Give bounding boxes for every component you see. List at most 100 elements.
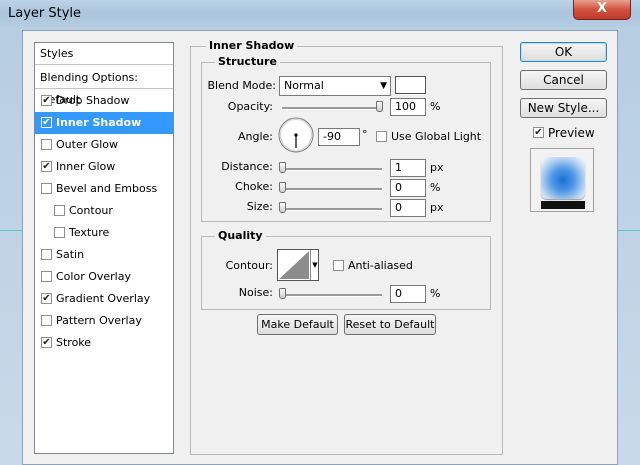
make-default-button[interactable]: Make Default [257, 314, 338, 335]
style-item[interactable]: ✔ Stroke [35, 332, 173, 354]
choke-slider-thumb[interactable] [279, 182, 286, 193]
background-guide-left [0, 230, 22, 231]
blending-options-item[interactable]: Blending Options: Default [35, 67, 173, 106]
contour-picker[interactable]: ▼ [277, 249, 319, 281]
use-global-light-label: Use Global Light [391, 130, 482, 143]
styles-list: Styles Blending Options: Default ✔ Drop S… [34, 42, 174, 454]
angle-unit: ° [362, 128, 368, 141]
checkbox-checked-icon[interactable]: ✔ [41, 94, 52, 106]
checkbox-checked-icon[interactable]: ✔ [41, 292, 52, 304]
anti-aliased-box [333, 259, 344, 271]
structure-title: Structure [215, 55, 280, 68]
cancel-button[interactable]: Cancel [520, 70, 607, 90]
style-preview-thumbnail [530, 148, 594, 212]
checkbox-checked-icon[interactable]: ✔ [41, 160, 52, 172]
noise-slider-thumb[interactable] [279, 288, 286, 299]
use-global-light-box [376, 130, 387, 142]
window-frame-right [618, 30, 640, 465]
style-item[interactable]: Contour [35, 200, 173, 222]
checkbox-empty-icon[interactable] [41, 138, 52, 150]
checkbox-empty-icon[interactable] [41, 248, 52, 260]
style-item-label: Contour [69, 204, 113, 217]
distance-label: Distance: [221, 160, 273, 173]
checkbox-empty-icon[interactable] [41, 314, 52, 326]
contour-label: Contour: [225, 259, 273, 272]
size-input[interactable]: 0 [390, 199, 426, 217]
size-label: Size: [246, 200, 273, 213]
style-item[interactable]: Texture [35, 222, 173, 244]
preview-label: Preview [548, 126, 595, 140]
checkbox-empty-icon[interactable] [41, 182, 52, 194]
contour-dropdown-icon[interactable]: ▼ [310, 250, 319, 280]
blend-mode-select[interactable]: Normal ▼ [279, 76, 391, 96]
style-item-label: Satin [56, 248, 85, 261]
noise-unit: % [430, 287, 441, 300]
style-item[interactable]: ✔ Gradient Overlay [35, 288, 173, 310]
angle-input[interactable]: -90 [318, 128, 360, 146]
style-item[interactable]: Color Overlay [35, 266, 173, 288]
preview-swatch [541, 157, 585, 199]
angle-dial[interactable] [278, 117, 314, 153]
angle-label: Angle: [237, 130, 273, 143]
styles-header[interactable]: Styles [35, 43, 173, 65]
new-style-button[interactable]: New Style... [520, 98, 607, 118]
noise-label: Noise: [238, 286, 273, 299]
chevron-down-icon: ▼ [380, 81, 387, 91]
noise-slider[interactable] [282, 294, 382, 297]
preview-box: ✔ [533, 127, 544, 138]
inner-shadow-title: Inner Shadow [206, 39, 298, 52]
style-item-label: Color Overlay [56, 270, 131, 283]
use-global-light-checkbox[interactable]: Use Global Light [376, 130, 481, 143]
blend-color-swatch[interactable] [395, 76, 426, 94]
style-item[interactable]: Outer Glow [35, 134, 173, 156]
style-item-label: Gradient Overlay [56, 292, 151, 305]
choke-unit: % [430, 181, 441, 194]
opacity-label: Opacity: [227, 100, 273, 113]
size-unit: px [430, 201, 444, 214]
style-item-label: Bevel and Emboss [56, 182, 158, 195]
style-item[interactable]: Bevel and Emboss [35, 178, 173, 200]
distance-input[interactable]: 1 [390, 159, 426, 177]
style-item[interactable]: Satin [35, 244, 173, 266]
ok-button[interactable]: OK [520, 42, 607, 62]
noise-input[interactable]: 0 [390, 285, 426, 303]
title-bar[interactable]: Layer Style [0, 0, 640, 30]
checkbox-empty-icon[interactable] [54, 204, 65, 216]
distance-slider[interactable] [282, 168, 382, 171]
size-slider[interactable] [282, 208, 382, 211]
choke-input[interactable]: 0 [390, 179, 426, 197]
opacity-slider-thumb[interactable] [376, 101, 383, 112]
checkbox-checked-icon[interactable]: ✔ [41, 336, 52, 348]
window-title: Layer Style [8, 6, 82, 21]
choke-label: Choke: [235, 180, 273, 193]
distance-slider-thumb[interactable] [279, 162, 286, 173]
style-item[interactable]: ✔ Drop Shadow [35, 90, 173, 112]
size-slider-thumb[interactable] [279, 202, 286, 213]
style-item[interactable]: ✔ Inner Glow [35, 156, 173, 178]
style-item-label: Stroke [56, 336, 92, 349]
opacity-slider[interactable] [282, 107, 382, 110]
style-item-label: Inner Glow [56, 160, 116, 173]
style-item-label: Pattern Overlay [56, 314, 142, 327]
style-item[interactable]: Pattern Overlay [35, 310, 173, 332]
opacity-unit: % [430, 100, 441, 113]
preview-checkbox[interactable]: ✔ Preview [533, 126, 595, 140]
style-item-label: Drop Shadow [56, 94, 130, 107]
blend-mode-label: Blend Mode: [207, 79, 277, 92]
checkbox-empty-icon[interactable] [41, 270, 52, 282]
choke-slider[interactable] [282, 188, 382, 191]
style-item-label: Inner Shadow [56, 116, 142, 129]
close-button[interactable]: X [573, 0, 631, 20]
style-item[interactable]: ✔ Inner Shadow [35, 112, 173, 134]
reset-to-default-button[interactable]: Reset to Default [344, 314, 436, 335]
contour-curve-icon [279, 251, 309, 279]
opacity-input[interactable]: 100 [390, 98, 426, 116]
checkbox-empty-icon[interactable] [54, 226, 65, 238]
blend-mode-value: Normal [284, 79, 324, 92]
anti-aliased-checkbox[interactable]: Anti-aliased [333, 259, 413, 272]
window-frame-left [0, 30, 22, 465]
anti-aliased-label: Anti-aliased [348, 259, 413, 272]
style-item-label: Texture [69, 226, 110, 239]
angle-dial-icon [278, 117, 314, 153]
checkbox-checked-icon[interactable]: ✔ [41, 116, 52, 128]
